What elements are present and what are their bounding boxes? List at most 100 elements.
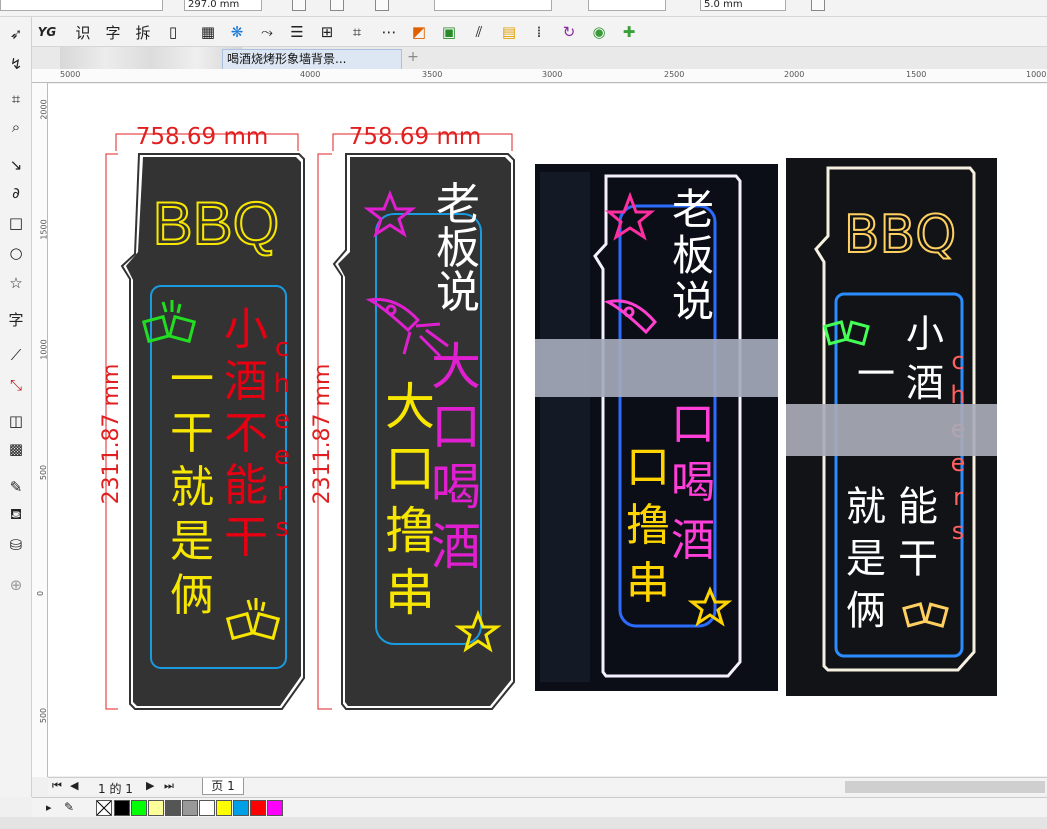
color-swatch[interactable] bbox=[233, 800, 249, 816]
glyph: 是 bbox=[170, 516, 214, 567]
image-tool-icon[interactable]: ▣ bbox=[438, 21, 460, 43]
align-icon[interactable]: ⫽ bbox=[468, 21, 490, 43]
color-swatch[interactable] bbox=[148, 800, 164, 816]
split-text-button[interactable]: 拆 bbox=[132, 21, 154, 43]
glyph: 俩 bbox=[846, 588, 886, 634]
ruler-label: 2500 bbox=[664, 70, 685, 79]
line-style-icon[interactable]: ☰ bbox=[286, 21, 308, 43]
curve-tool-icon[interactable]: ⤳ bbox=[256, 21, 278, 43]
shape-tool-icon[interactable]: ↯ bbox=[4, 52, 28, 76]
color-swatch[interactable] bbox=[216, 800, 232, 816]
text-tool-icon[interactable]: 字 bbox=[4, 307, 28, 331]
eyedropper-icon[interactable]: ✎ bbox=[64, 800, 74, 814]
nudge-distance-field[interactable]: 5.0 mm bbox=[700, 0, 786, 11]
glyph: 不 bbox=[224, 408, 268, 459]
page-layout-button[interactable] bbox=[375, 0, 389, 11]
design-2[interactable]: 758.69 mm 2311.87 mm 老板说 大口撸串 大口喝酒 bbox=[310, 124, 515, 710]
object-size-field[interactable] bbox=[0, 0, 163, 11]
pick-tool-icon[interactable]: ➶ bbox=[4, 22, 28, 46]
photo-redaction-strip bbox=[786, 404, 997, 456]
add-tab-button[interactable]: + bbox=[405, 50, 421, 66]
drawing-canvas[interactable]: 758.69 mm 2311.87 mm BBQ 一干就是 俩 小 酒 不 能 … bbox=[48, 84, 1047, 776]
glyph: 撸 bbox=[626, 500, 670, 551]
crop-tool-icon[interactable]: ⌗ bbox=[4, 87, 28, 111]
eyedropper-tool-icon[interactable]: ✎ bbox=[4, 475, 28, 499]
plugin-icon[interactable]: ◉ bbox=[588, 21, 610, 43]
color-swatch[interactable] bbox=[165, 800, 181, 816]
color-swatch[interactable] bbox=[182, 800, 198, 816]
color-swatch[interactable] bbox=[114, 800, 130, 816]
glyph: 干 bbox=[170, 408, 214, 459]
dimension-tool-icon[interactable]: ⟋ bbox=[4, 343, 28, 367]
ruler-label: 3000 bbox=[542, 70, 563, 79]
artistic-media-icon[interactable]: ∂ bbox=[4, 181, 28, 205]
glyph: 口 bbox=[671, 399, 715, 450]
last-page-button[interactable]: ⏭ bbox=[164, 779, 174, 793]
add-tool-icon[interactable]: ⊕ bbox=[4, 573, 28, 597]
puzzle-icon[interactable]: ✚ bbox=[618, 21, 640, 43]
yg-plugin-icon[interactable]: YG bbox=[36, 21, 58, 43]
fill-tool-icon[interactable]: ⛾ bbox=[4, 503, 28, 527]
macro-icon[interactable]: ↻ bbox=[558, 21, 580, 43]
zoom-tool-icon[interactable]: ⌕ bbox=[4, 115, 28, 139]
ruler-label: 2000 bbox=[784, 70, 805, 79]
polygon-tool-icon[interactable]: ☆ bbox=[4, 271, 28, 295]
first-page-button[interactable]: ⏮ bbox=[52, 779, 62, 793]
orientation-portrait-button[interactable] bbox=[292, 0, 306, 11]
tab-page-1[interactable]: 页 1 bbox=[202, 778, 244, 795]
font-text-button[interactable]: 字 bbox=[102, 21, 124, 43]
glyph: e bbox=[274, 405, 290, 435]
color-tool-icon[interactable]: ◩ bbox=[408, 21, 430, 43]
recognize-text-button[interactable]: 识 bbox=[72, 21, 94, 43]
palette-arrow-icon[interactable]: ▸ bbox=[46, 801, 52, 814]
glyph: 是 bbox=[846, 536, 886, 582]
smart-fill-icon[interactable]: ⛁ bbox=[4, 533, 28, 557]
glyph: 口 bbox=[385, 440, 435, 498]
height-dimension: 2311.87 mm bbox=[99, 364, 124, 505]
ruler-label: 1500 bbox=[906, 70, 927, 79]
photo-1-mockup: 老板说 口撸串 口喝酒 bbox=[535, 164, 778, 691]
transparency-tool-icon[interactable]: ▩ bbox=[4, 437, 28, 461]
select-target-icon[interactable]: ⌗ bbox=[346, 21, 368, 43]
grid-icon[interactable]: ⊞ bbox=[316, 21, 338, 43]
photo-header-text: 老板说 bbox=[672, 185, 714, 326]
glyph: 酒 bbox=[224, 356, 268, 407]
rectangle-tool-icon[interactable]: □ bbox=[4, 211, 28, 235]
color-swatch[interactable] bbox=[131, 800, 147, 816]
design-1[interactable]: 758.69 mm 2311.87 mm BBQ 一干就是俩 小酒不能干 che… bbox=[99, 124, 305, 710]
units-select[interactable] bbox=[434, 0, 552, 11]
color-swatch[interactable] bbox=[250, 800, 266, 816]
horizontal-scrollbar[interactable] bbox=[845, 781, 1045, 793]
ruler-label: 0 bbox=[36, 590, 46, 597]
glyph: 酒 bbox=[671, 515, 715, 566]
pattern-icon[interactable]: ❋ bbox=[226, 21, 248, 43]
options-button[interactable] bbox=[811, 0, 825, 11]
document-icon[interactable]: ▯ bbox=[162, 21, 184, 43]
ellipse-tool-icon[interactable]: ○ bbox=[4, 241, 28, 265]
number-icon[interactable]: ⁞ bbox=[528, 21, 550, 43]
shadow-tool-icon[interactable]: ◫ bbox=[4, 409, 28, 433]
prev-page-button[interactable]: ◀ bbox=[70, 779, 78, 792]
next-page-button[interactable]: ▶ bbox=[146, 779, 154, 792]
glyph: 喝 bbox=[431, 458, 481, 516]
orientation-landscape-button[interactable] bbox=[330, 0, 344, 11]
width-dimension: 758.69 mm bbox=[136, 124, 269, 150]
glyph: 串 bbox=[626, 558, 670, 609]
photo-left-text: 口撸串 bbox=[626, 442, 670, 609]
color-swatch[interactable] bbox=[267, 800, 283, 816]
dots-icon[interactable]: ⋯ bbox=[378, 21, 400, 43]
glyph: h bbox=[274, 369, 290, 399]
color-swatch[interactable] bbox=[199, 800, 215, 816]
height-field[interactable]: 297.0 mm bbox=[184, 0, 262, 11]
nudge-select[interactable] bbox=[588, 0, 666, 11]
table-icon[interactable]: ▦ bbox=[197, 21, 219, 43]
no-color-swatch[interactable] bbox=[96, 800, 112, 816]
ruler-label: 4000 bbox=[300, 70, 321, 79]
tab-document[interactable]: 喝酒烧烤形象墙背景... bbox=[222, 49, 402, 69]
freehand-tool-icon[interactable]: ↘ bbox=[4, 153, 28, 177]
glyph: 老 bbox=[672, 185, 714, 234]
glyph: 说 bbox=[436, 267, 480, 318]
barcode-icon[interactable]: ▤ bbox=[498, 21, 520, 43]
connector-tool-icon[interactable]: ⤡ bbox=[4, 373, 28, 397]
glyph: 干 bbox=[224, 512, 268, 563]
